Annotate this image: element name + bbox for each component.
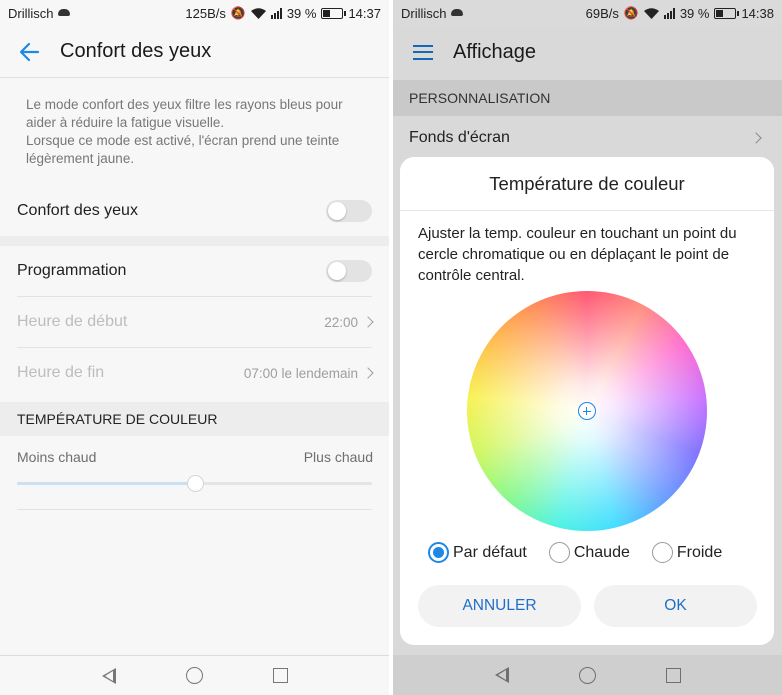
status-bar: Drillisch 69B/s 🔕 39 % 14:38 — [393, 0, 782, 26]
status-right: 125B/s 🔕 39 % 14:37 — [185, 6, 381, 21]
mute-icon: 🔕 — [230, 6, 246, 20]
carrier: Drillisch — [401, 6, 463, 21]
personalisation-section-header: PERSONNALISATION — [393, 80, 782, 116]
app-bar: Affichage — [393, 26, 782, 78]
ok-button[interactable]: OK — [594, 585, 757, 627]
back-arrow-icon[interactable] — [18, 40, 42, 64]
schedule-label: Programmation — [17, 262, 127, 279]
network-speed: 69B/s — [585, 5, 619, 21]
end-time-value: 07:00 le lendemain — [243, 365, 358, 381]
divider — [17, 509, 372, 510]
nav-bar — [0, 655, 389, 695]
app-bar: Confort des yeux — [0, 26, 389, 78]
schedule-toggle[interactable] — [326, 260, 372, 282]
status-bar: Drillisch 125B/s 🔕 39 % 14:37 — [0, 0, 389, 26]
battery-percent: 39 % — [286, 5, 317, 21]
slider-min-label: Moins chaud — [17, 449, 97, 465]
chevron-right-icon — [362, 367, 374, 379]
eye-comfort-label: Confort des yeux — [17, 202, 138, 219]
page-title: Confort des yeux — [60, 40, 212, 62]
start-time-value: 22:00 — [324, 314, 358, 330]
option-default-label: Par défaut — [453, 543, 527, 561]
start-time-row[interactable]: Heure de début 22:00 — [0, 301, 389, 343]
option-warm[interactable]: Chaude — [548, 542, 630, 563]
menu-icon[interactable] — [413, 44, 433, 60]
nav-back-icon[interactable] — [494, 667, 509, 683]
clock: 14:38 — [741, 5, 774, 21]
signal-icon — [663, 7, 675, 19]
divider — [17, 347, 372, 348]
radio-default[interactable] — [428, 542, 449, 563]
option-warm-label: Chaude — [573, 543, 630, 561]
dialog-title: Température de couleur — [400, 157, 774, 211]
nav-home-icon[interactable] — [578, 666, 596, 684]
spacer — [0, 236, 389, 246]
option-default[interactable]: Par défaut — [428, 542, 527, 563]
color-temp-section-header: TEMPÉRATURE DE COULEUR — [0, 402, 389, 436]
end-time-label: Heure de fin — [17, 364, 105, 381]
slider-labels: Moins chaud Plus chaud — [17, 449, 373, 465]
option-cold-label: Froide — [676, 543, 723, 561]
wifi-icon — [250, 7, 266, 19]
slider-max-label: Plus chaud — [303, 449, 373, 465]
clock: 14:37 — [348, 5, 381, 21]
cloud-icon — [57, 8, 70, 16]
slider-thumb[interactable] — [186, 475, 204, 492]
signal-icon — [270, 7, 282, 19]
battery-percent: 39 % — [679, 5, 710, 21]
cloud-icon — [450, 8, 463, 16]
page-title: Affichage — [453, 40, 537, 63]
cancel-button[interactable]: ANNULER — [418, 585, 581, 627]
carrier: Drillisch — [8, 6, 70, 21]
start-time-label: Heure de début — [17, 313, 128, 330]
end-time-row[interactable]: Heure de fin 07:00 le lendemain — [0, 352, 389, 394]
divider — [17, 296, 372, 297]
wallpaper-label: Fonds d'écran — [409, 129, 510, 146]
eye-comfort-toggle[interactable] — [326, 200, 372, 222]
dialog-text: Ajuster la temp. couleur en touchant un … — [418, 225, 737, 284]
chevron-right-icon — [750, 132, 762, 144]
nav-home-icon[interactable] — [185, 667, 203, 684]
carrier-name: Drillisch — [401, 5, 447, 21]
carrier-name: Drillisch — [8, 5, 54, 21]
mute-icon: 🔕 — [623, 6, 639, 20]
slider-fill — [17, 482, 195, 485]
control-point-icon[interactable] — [578, 402, 596, 420]
option-cold[interactable]: Froide — [651, 542, 723, 563]
nav-bar — [393, 655, 782, 695]
nav-recents-icon[interactable] — [665, 667, 681, 683]
status-right: 69B/s 🔕 39 % 14:38 — [586, 6, 774, 21]
nav-back-icon[interactable] — [101, 667, 116, 684]
radio-cold[interactable] — [651, 542, 673, 563]
wallpaper-row[interactable]: Fonds d'écran — [393, 118, 782, 158]
preset-options: Par défaut Chaude Froide — [428, 542, 764, 563]
color-temp-slider[interactable] — [17, 475, 372, 492]
battery-icon — [321, 7, 347, 19]
battery-icon — [714, 7, 740, 19]
left-screen: Drillisch 125B/s 🔕 39 % 14:37 Confort de… — [0, 0, 389, 695]
schedule-row[interactable]: Programmation — [0, 250, 389, 292]
wifi-icon — [643, 7, 659, 19]
description: Le mode confort des yeux filtre les rayo… — [26, 97, 343, 166]
color-temp-dialog: Température de couleur Ajuster la temp. … — [400, 157, 774, 645]
radio-warm[interactable] — [548, 542, 570, 563]
nav-recents-icon[interactable] — [272, 668, 288, 683]
eye-comfort-row[interactable]: Confort des yeux — [0, 190, 389, 232]
network-speed: 125B/s — [185, 5, 226, 21]
right-screen: Drillisch 69B/s 🔕 39 % 14:38 Affichage P… — [393, 0, 782, 695]
chevron-right-icon — [362, 316, 374, 328]
